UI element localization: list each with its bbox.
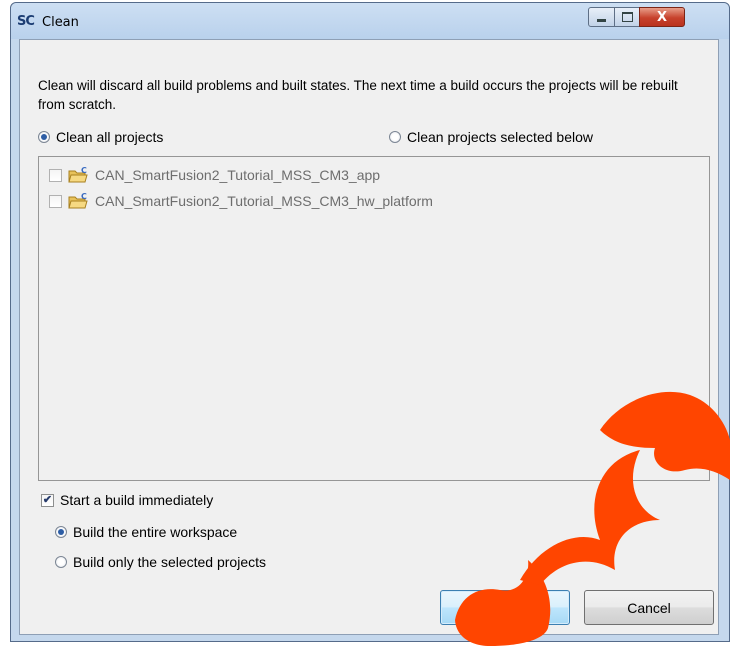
svg-text:C: C — [81, 193, 87, 201]
description-text: Clean will discard all build problems an… — [38, 78, 678, 112]
close-icon: X — [656, 9, 668, 25]
minimize-icon — [597, 19, 606, 22]
clean-dialog: SC Clean X Clean will discard all build … — [10, 2, 730, 642]
build-selected-option[interactable]: Build only the selected projects — [55, 554, 266, 570]
maximize-button[interactable] — [614, 7, 640, 27]
clean-selected-radio[interactable] — [389, 131, 401, 143]
project-checkbox[interactable] — [49, 194, 62, 208]
start-build-checkbox[interactable]: ✔ — [41, 493, 54, 507]
ok-button[interactable]: OK — [440, 590, 570, 625]
project-checkbox[interactable] — [49, 168, 62, 182]
window-title: Clean — [42, 15, 79, 30]
clean-selected-option[interactable]: Clean projects selected below — [389, 129, 593, 145]
list-item[interactable]: C CAN_SmartFusion2_Tutorial_MSS_CM3_hw_p… — [49, 193, 433, 209]
clean-all-option[interactable]: Clean all projects — [38, 129, 163, 145]
c-project-folder-icon: C — [68, 193, 88, 209]
project-name: CAN_SmartFusion2_Tutorial_MSS_CM3_hw_pla… — [95, 193, 433, 209]
build-entire-label: Build the entire workspace — [73, 524, 238, 540]
title-bar[interactable]: SC Clean X — [11, 3, 729, 39]
build-entire-option[interactable]: Build the entire workspace — [55, 524, 237, 540]
maximize-icon — [621, 12, 633, 22]
list-item[interactable]: C CAN_SmartFusion2_Tutorial_MSS_CM3_app — [49, 167, 380, 183]
minimize-button[interactable] — [588, 7, 615, 27]
cancel-button[interactable]: Cancel — [584, 590, 714, 625]
dialog-body: Clean will discard all build problems an… — [19, 39, 719, 635]
svg-text:C: C — [81, 167, 87, 175]
clean-all-label: Clean all projects — [56, 129, 164, 145]
clean-all-radio[interactable] — [38, 131, 50, 143]
start-build-option[interactable]: ✔ Start a build immediately — [41, 492, 213, 508]
project-list[interactable]: C CAN_SmartFusion2_Tutorial_MSS_CM3_app … — [38, 156, 710, 481]
app-icon: SC — [17, 14, 35, 29]
clean-selected-label: Clean projects selected below — [407, 129, 593, 145]
project-name: CAN_SmartFusion2_Tutorial_MSS_CM3_app — [95, 167, 381, 183]
build-selected-label: Build only the selected projects — [73, 554, 266, 570]
build-selected-radio[interactable] — [55, 556, 67, 568]
c-project-folder-icon: C — [68, 167, 88, 183]
start-build-label: Start a build immediately — [60, 492, 214, 508]
close-button[interactable]: X — [639, 7, 685, 27]
build-entire-radio[interactable] — [55, 526, 67, 538]
